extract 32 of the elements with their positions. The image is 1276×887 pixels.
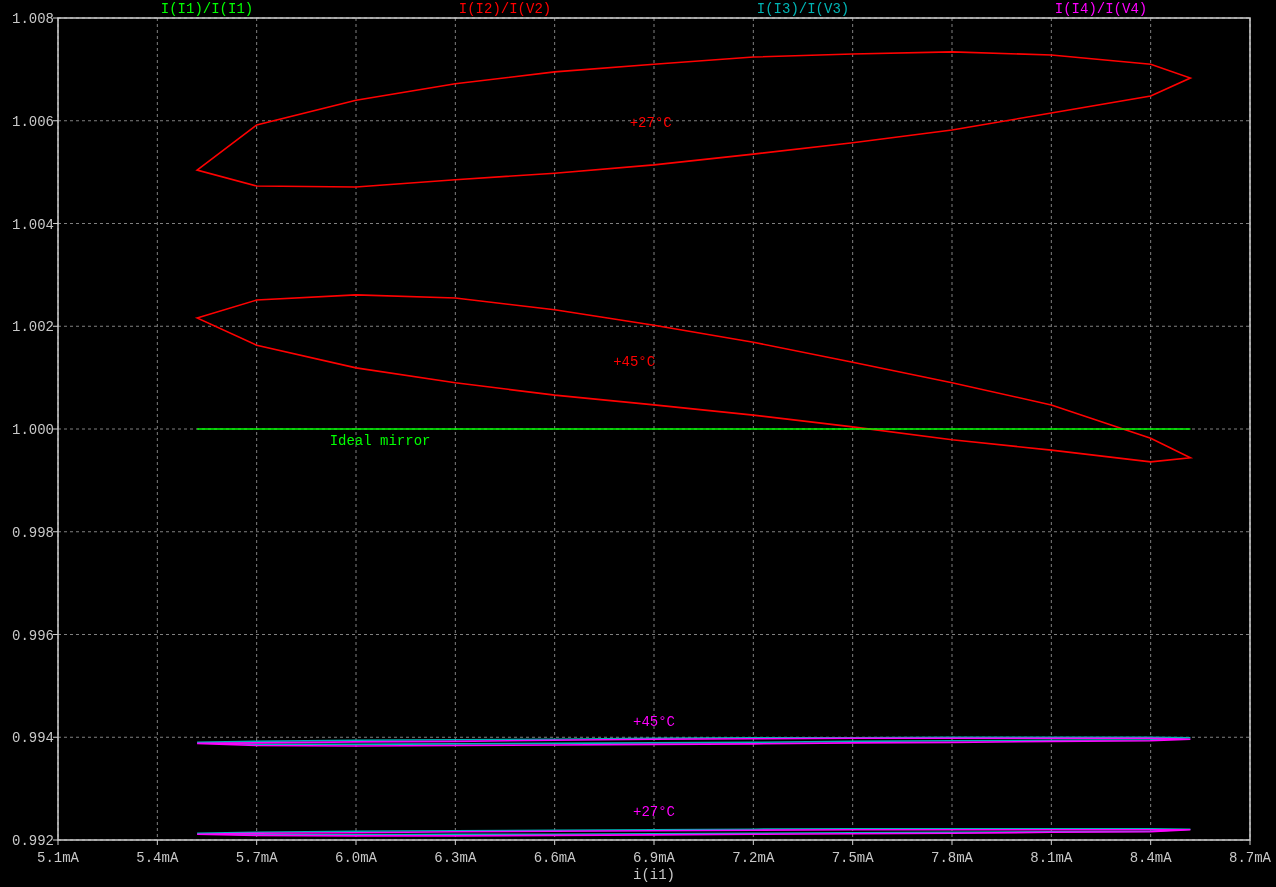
y-tick-label: 1.004 <box>12 216 54 233</box>
trace-legend[interactable]: I(I2)/I(V2) <box>458 1 552 17</box>
x-tick-label: 6.3mA <box>434 850 477 866</box>
x-tick-label: 6.6mA <box>533 850 576 866</box>
x-tick-label: 8.4mA <box>1129 850 1172 866</box>
trace-label: Ideal mirror <box>329 433 431 449</box>
x-tick-label: 6.0mA <box>335 850 377 866</box>
trace-legend[interactable]: I(I3)/I(V3) <box>756 1 850 17</box>
x-tick-label: 6.9mA <box>633 850 675 866</box>
loop-label: +45°C <box>633 713 675 730</box>
trace-legend[interactable]: I(I4)/I(V4) <box>1054 1 1148 17</box>
x-axis-title: i(i1) <box>633 867 675 883</box>
loop-label: +27°C <box>629 114 672 131</box>
y-tick-label: 1.002 <box>12 319 54 336</box>
x-tick-label: 7.2mA <box>732 850 775 866</box>
loop-label: +45°C <box>613 354 656 371</box>
x-tick-label: 5.1mA <box>37 850 79 866</box>
y-tick-label: 1.000 <box>12 422 54 438</box>
trace-legend[interactable]: I(I1)/I(I1) <box>160 1 254 17</box>
x-tick-label: 5.7mA <box>235 850 278 866</box>
x-tick-label: 8.7mA <box>1229 850 1271 866</box>
loop-label: +27°C <box>633 804 675 821</box>
y-tick-label: 0.996 <box>12 627 54 644</box>
x-tick-label: 8.1mA <box>1030 850 1073 866</box>
y-tick-label: 0.992 <box>12 833 54 849</box>
y-tick-label: 1.008 <box>12 11 54 27</box>
y-tick-label: 0.994 <box>12 730 54 747</box>
x-tick-label: 7.8mA <box>931 850 973 866</box>
x-tick-label: 5.4mA <box>136 850 179 866</box>
y-tick-label: 1.006 <box>12 113 54 130</box>
y-tick-label: 0.998 <box>12 524 54 541</box>
x-tick-label: 7.5mA <box>831 850 874 866</box>
